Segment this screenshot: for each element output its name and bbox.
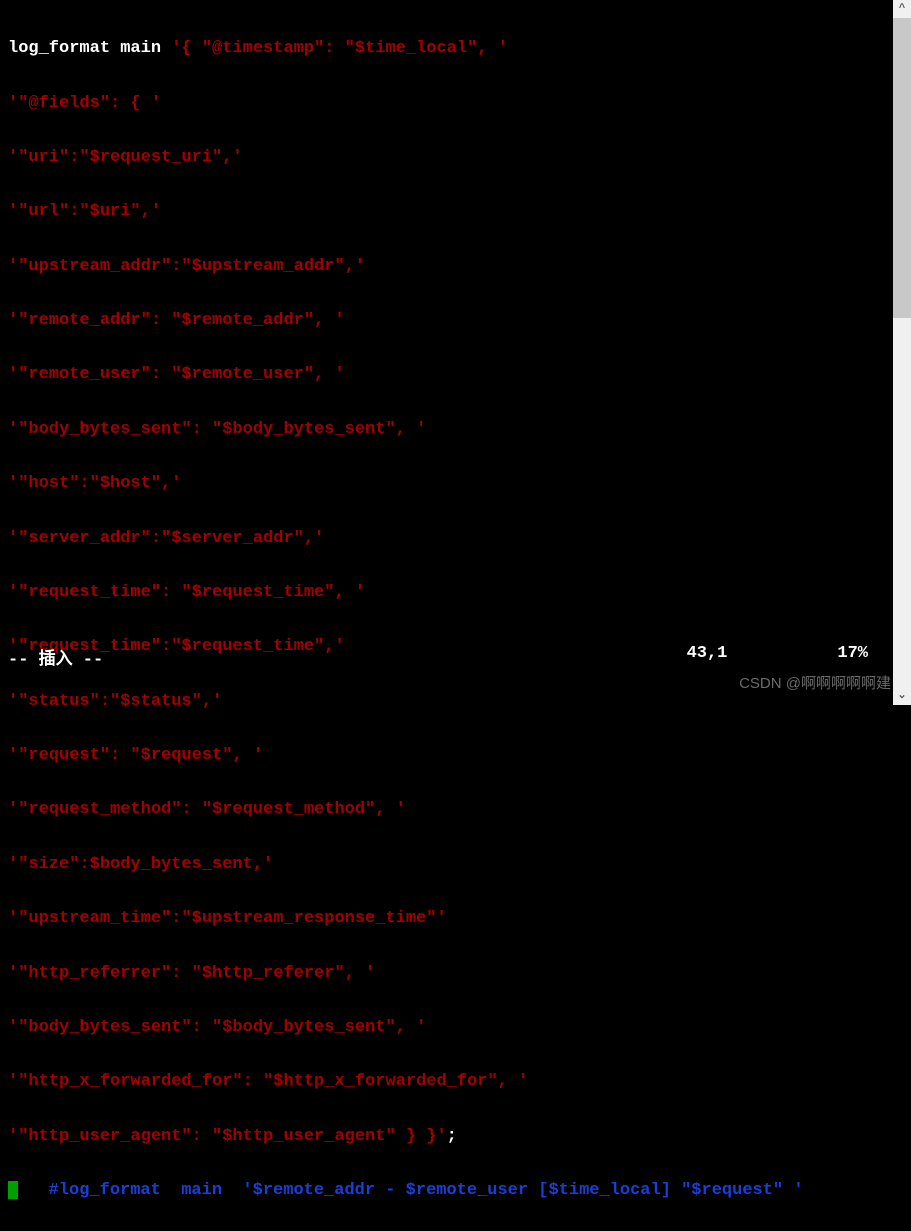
scroll-up-button[interactable]: ^ [893, 0, 911, 18]
code-line: '"body_bytes_sent": "$body_bytes_sent", … [8, 416, 889, 443]
code-line: '"upstream_time":"$upstream_response_tim… [8, 905, 889, 932]
semicolon: ; [447, 1127, 457, 1146]
scrollbar-thumb[interactable] [893, 18, 911, 318]
code-line: '"request": "$request", ' [8, 742, 889, 769]
scroll-down-button[interactable]: ⌄ [893, 687, 911, 705]
comment: #log_format main '$remote_addr - $remote… [18, 1181, 804, 1200]
code-line: '"request_time": "$request_time", ' [8, 579, 889, 606]
code-line: '"upstream_addr":"$upstream_addr",' [8, 253, 889, 280]
vim-status-line: -- 插入 -- 43,1 17% [8, 644, 888, 670]
code-line: '"remote_addr": "$remote_addr", ' [8, 307, 889, 334]
code-line: '"uri":"$request_uri",' [8, 144, 889, 171]
string-literal: '"http_user_agent": "$http_user_agent" }… [8, 1127, 447, 1146]
vertical-scrollbar[interactable]: ^ ⌄ [893, 0, 911, 705]
code-line: '"server_addr":"$server_addr",' [8, 525, 889, 552]
code-line: '"remote_user": "$remote_user", ' [8, 361, 889, 388]
scrollbar-track[interactable] [893, 18, 911, 687]
vim-mode: -- 插入 -- [8, 644, 103, 670]
code-line: '"http_referrer": "$http_referer", ' [8, 960, 889, 987]
code-line: '"request_method": "$request_method", ' [8, 796, 889, 823]
code-line: '"http_x_forwarded_for": "$http_x_forwar… [8, 1068, 889, 1095]
code-line: #log_format main '$remote_addr - $remote… [8, 1177, 889, 1204]
code-line: '"body_bytes_sent": "$body_bytes_sent", … [8, 1014, 889, 1041]
code-line: '"size":$body_bytes_sent,' [8, 851, 889, 878]
code-line: log_format main '{ "@timestamp": "$time_… [8, 35, 889, 62]
directive-keyword: log_format main [8, 39, 171, 58]
watermark: CSDN @啊啊啊啊啊建 [739, 672, 891, 693]
code-line: '"@fields": { ' [8, 90, 889, 117]
code-line: '"host":"$host",' [8, 470, 889, 497]
scroll-percent: 17% [837, 644, 868, 670]
terminal-editor[interactable]: log_format main '{ "@timestamp": "$time_… [0, 0, 893, 705]
code-line: '"url":"$uri",' [8, 198, 889, 225]
cursor-position: 43,1 [687, 644, 728, 670]
cursor [8, 1181, 18, 1199]
code-line: '"http_user_agent": "$http_user_agent" }… [8, 1123, 889, 1150]
string-literal: '{ "@timestamp": "$time_local", ' [171, 39, 508, 58]
